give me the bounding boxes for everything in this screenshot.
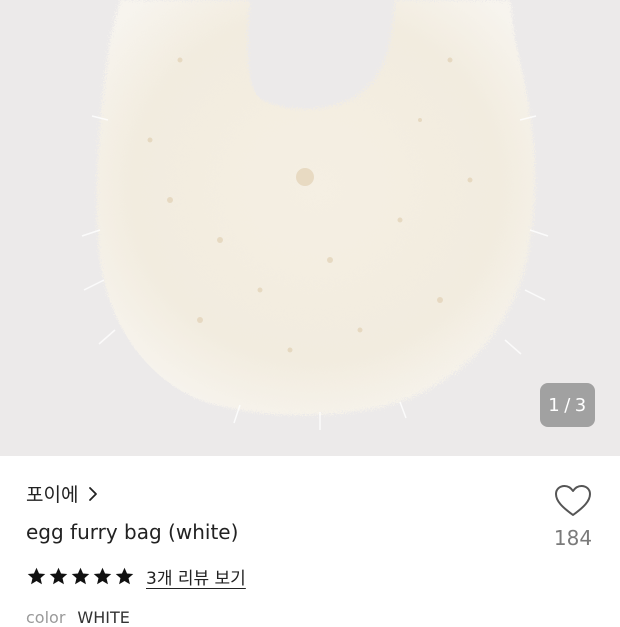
option-value: WHITE — [77, 608, 130, 627]
star-filled-icon — [27, 567, 46, 585]
product-info-section: 포이에 egg furry bag (white) 3개 리뷰 보기 184 c… — [0, 456, 620, 627]
option-row: color WHITE — [26, 608, 130, 627]
heart-outline-icon — [555, 485, 591, 516]
chevron-right-icon — [89, 486, 98, 501]
view-reviews-link[interactable]: 3개 리뷰 보기 — [146, 564, 246, 589]
like-count: 184 — [553, 526, 593, 550]
star-filled-icon — [93, 567, 112, 585]
image-counter-separator: / — [564, 394, 571, 416]
product-image[interactable]: 1 / 3 — [0, 0, 620, 456]
rating-row: 3개 리뷰 보기 — [26, 564, 246, 589]
product-title: egg furry bag (white) — [26, 520, 239, 544]
star-rating — [26, 566, 136, 587]
star-filled-icon — [71, 567, 90, 585]
like-button[interactable]: 184 — [548, 484, 598, 550]
image-counter-badge: 1 / 3 — [540, 383, 595, 427]
furry-bag-illustration — [0, 0, 620, 456]
brand-link[interactable]: 포이에 — [26, 480, 98, 507]
option-label: color — [26, 608, 66, 627]
star-filled-icon — [49, 567, 68, 585]
star-filled-icon — [115, 567, 134, 585]
brand-name: 포이에 — [26, 484, 79, 506]
image-counter-total: 3 — [574, 394, 587, 416]
image-counter-current: 1 — [548, 394, 561, 416]
